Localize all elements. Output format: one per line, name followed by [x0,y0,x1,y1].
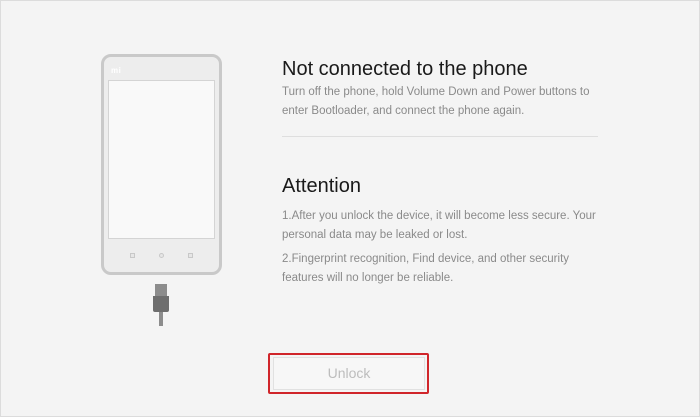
usb-cable-connector [153,296,169,312]
home-key-icon [159,253,164,258]
attention-title: Attention [282,175,361,197]
unlock-window: mi Not connected to the phone Turn off t… [0,0,700,417]
menu-key-icon [130,253,135,258]
phone-illustration: mi [101,54,222,275]
mi-logo: mi [111,66,122,75]
usb-plug-icon [155,284,167,296]
usb-cable-wire [159,312,163,326]
unlock-button[interactable]: Unlock [273,357,425,390]
section-divider [282,136,598,137]
attention-point-2: 2.Fingerprint recognition, Find device, … [282,253,570,284]
not-connected-instructions: Turn off the phone, hold Volume Down and… [282,86,590,117]
phone-nav-keys [104,253,219,258]
attention-point-1: 1.After you unlock the device, it will b… [282,210,596,241]
back-key-icon [188,253,193,258]
phone-screen [108,80,215,239]
not-connected-title: Not connected to the phone [282,58,528,80]
